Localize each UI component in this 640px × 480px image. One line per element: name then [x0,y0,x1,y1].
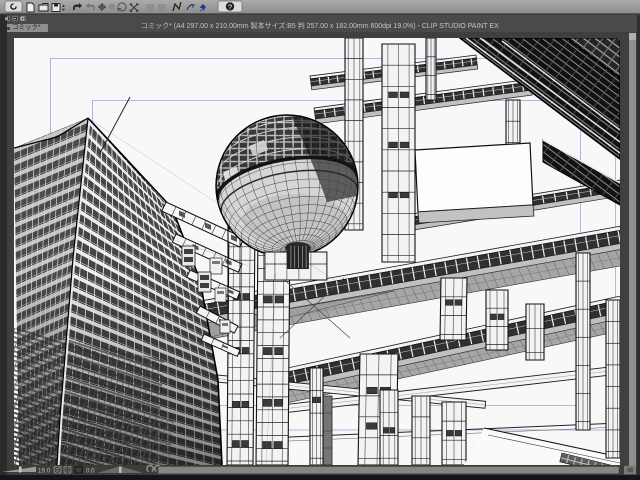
svg-text:19.0: 19.0 [38,468,51,475]
svg-text:0.0: 0.0 [86,468,95,475]
